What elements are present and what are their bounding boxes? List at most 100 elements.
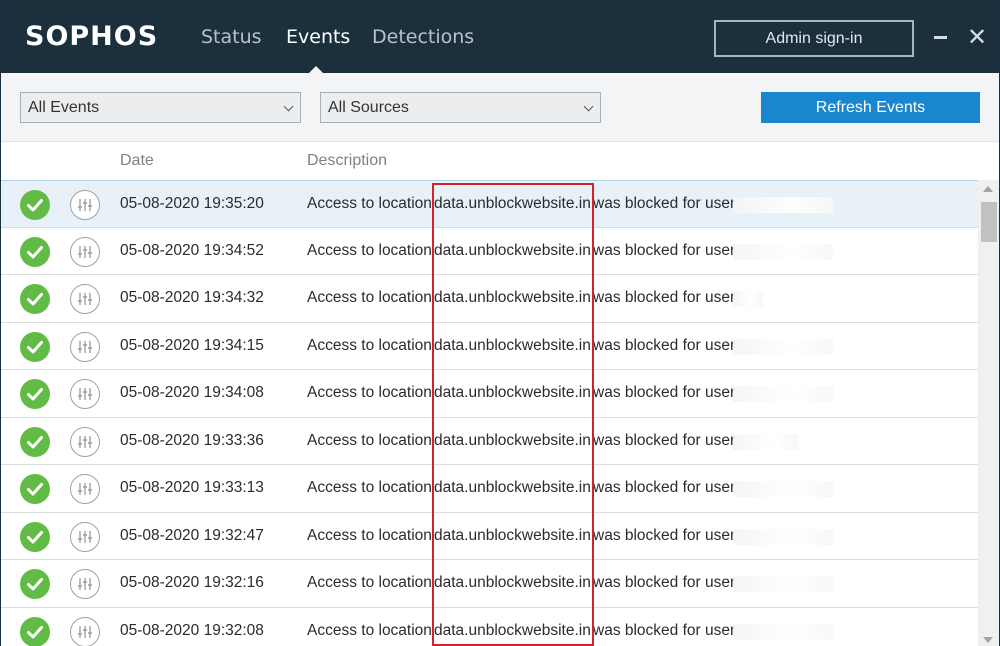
source-filter-select[interactable]: All Sources (320, 92, 601, 123)
app-header: SOPHOS Status Events Detections Admin si… (1, 0, 999, 74)
description-prefix: Access to location (307, 479, 432, 496)
check-circle-icon (20, 236, 50, 267)
event-description: Access to location data.unblockwebsite.in… (307, 479, 833, 497)
event-filter-value: All Events (28, 99, 100, 116)
redacted-username (733, 576, 833, 592)
check-circle-icon (20, 331, 50, 362)
table-row[interactable]: 05-08-2020 19:34:15 Access to location dat… (1, 322, 978, 370)
admin-sign-in-button[interactable]: Admin sign-in (714, 20, 914, 57)
event-date: 05-08-2020 19:34:32 (120, 289, 264, 306)
sliders-icon[interactable] (70, 569, 100, 599)
vertical-scrollbar[interactable] (978, 180, 999, 646)
tab-detections[interactable]: Detections (372, 26, 474, 48)
redacted-username (733, 338, 833, 355)
close-icon[interactable]: ✕ (966, 25, 988, 49)
description-prefix: Access to location (307, 336, 432, 354)
sophos-logo: SOPHOS (25, 21, 159, 52)
event-description: Access to location data.unblockwebsite.in… (307, 621, 833, 640)
column-header-description[interactable]: Description (307, 152, 387, 170)
event-description: Access to location data.unblockwebsite.in… (307, 431, 798, 450)
description-prefix: Access to location (307, 431, 432, 449)
redacted-username (733, 386, 833, 402)
filter-bar: All Events All Sources Refresh Events (1, 73, 999, 142)
event-description: Access to location data.unblockwebsite.in… (307, 336, 833, 355)
minimize-icon[interactable] (934, 28, 948, 46)
chevron-down-icon (283, 101, 294, 112)
sophos-window: SOPHOS Status Events Detections Admin si… (0, 0, 1000, 646)
description-prefix: Access to location (307, 526, 432, 544)
check-circle-icon (20, 616, 50, 646)
redacted-username (733, 197, 833, 213)
description-suffix: was blocked for user (593, 195, 736, 212)
description-suffix: was blocked for user (593, 479, 736, 496)
scroll-up-arrow-icon[interactable] (983, 186, 993, 192)
table-row[interactable]: 05-08-2020 19:34:52 Access to location dat… (1, 227, 978, 275)
refresh-events-button[interactable]: Refresh Events (761, 92, 980, 123)
event-description: Access to location data.unblockwebsite.in… (307, 574, 833, 592)
sliders-icon[interactable] (70, 284, 100, 314)
blocked-location: data.unblockwebsite.in (434, 526, 591, 544)
description-prefix: Access to location (307, 241, 432, 259)
table-row[interactable]: 05-08-2020 19:34:08 Access to location dat… (1, 370, 978, 418)
scroll-thumb[interactable] (981, 202, 997, 242)
description-prefix: Access to location (307, 621, 432, 639)
tab-events[interactable]: Events (286, 26, 350, 48)
check-circle-icon (20, 426, 50, 457)
description-suffix: was blocked for user (593, 574, 736, 591)
source-filter-value: All Sources (328, 99, 409, 116)
sliders-icon[interactable] (70, 190, 100, 220)
sliders-icon[interactable] (70, 379, 100, 409)
table-row[interactable]: 05-08-2020 19:34:32 Access to location dat… (1, 275, 978, 323)
description-suffix: was blocked for user (593, 289, 736, 306)
event-date: 05-08-2020 19:35:20 (120, 195, 264, 212)
check-circle-icon (20, 379, 50, 409)
table-row[interactable]: 05-08-2020 19:33:36 Access to location dat… (1, 417, 978, 465)
blocked-location: data.unblockwebsite.in (434, 336, 591, 354)
event-description: Access to location data.unblockwebsite.in… (307, 289, 763, 307)
sliders-icon[interactable] (70, 616, 100, 646)
event-date: 05-08-2020 19:34:15 (120, 336, 264, 354)
sliders-icon[interactable] (70, 474, 100, 504)
sliders-icon[interactable] (70, 236, 100, 267)
column-header-date[interactable]: Date (120, 152, 154, 170)
event-date: 05-08-2020 19:32:08 (120, 621, 264, 639)
table-row[interactable]: 05-08-2020 19:35:20 Access to location dat… (1, 180, 978, 228)
table-row[interactable]: 05-08-2020 19:32:47 Access to location dat… (1, 512, 978, 560)
description-suffix: was blocked for user (593, 336, 736, 354)
event-date: 05-08-2020 19:34:52 (120, 241, 264, 259)
event-date: 05-08-2020 19:33:13 (120, 479, 264, 496)
event-date: 05-08-2020 19:32:16 (120, 574, 264, 591)
event-description: Access to location data.unblockwebsite.in… (307, 384, 833, 402)
event-description: Access to location data.unblockwebsite.in… (307, 195, 833, 213)
description-suffix: was blocked for user (593, 431, 736, 449)
blocked-location: data.unblockwebsite.in (434, 195, 591, 212)
blocked-location: data.unblockwebsite.in (434, 479, 591, 496)
redacted-username (733, 291, 763, 307)
check-circle-icon (20, 521, 50, 552)
sliders-icon[interactable] (70, 331, 100, 362)
table-row[interactable]: 05-08-2020 19:33:13 Access to location dat… (1, 465, 978, 513)
scroll-down-arrow-icon[interactable] (983, 637, 993, 643)
sliders-icon[interactable] (70, 521, 100, 552)
blocked-location: data.unblockwebsite.in (434, 289, 591, 306)
description-suffix: was blocked for user (593, 241, 736, 259)
check-circle-icon (20, 190, 50, 220)
event-date: 05-08-2020 19:33:36 (120, 431, 264, 449)
chevron-down-icon (583, 101, 594, 112)
description-prefix: Access to location (307, 195, 432, 212)
redacted-username (733, 528, 833, 545)
sliders-icon[interactable] (70, 426, 100, 457)
redacted-username (733, 623, 833, 640)
description-prefix: Access to location (307, 289, 432, 306)
redacted-username (733, 433, 798, 450)
blocked-location: data.unblockwebsite.in (434, 241, 591, 259)
description-prefix: Access to location (307, 574, 432, 591)
check-circle-icon (20, 569, 50, 599)
tab-status[interactable]: Status (201, 26, 262, 48)
table-row[interactable]: 05-08-2020 19:32:08 Access to location dat… (1, 607, 978, 646)
blocked-location: data.unblockwebsite.in (434, 574, 591, 591)
table-row[interactable]: 05-08-2020 19:32:16 Access to location dat… (1, 560, 978, 608)
description-prefix: Access to location (307, 384, 432, 401)
event-filter-select[interactable]: All Events (20, 92, 301, 123)
blocked-location: data.unblockwebsite.in (434, 621, 591, 639)
